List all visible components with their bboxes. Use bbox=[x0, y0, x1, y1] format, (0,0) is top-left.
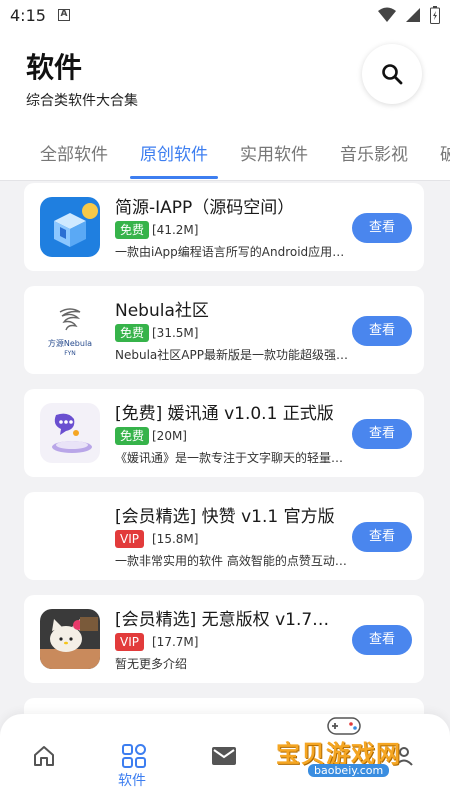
app-size: [15.8M] bbox=[152, 532, 199, 546]
app-name: [会员精选] 快赞 v1.1 官方版 bbox=[115, 507, 335, 527]
active-tab-indicator bbox=[130, 176, 218, 179]
view-button[interactable]: 查看 bbox=[352, 625, 412, 655]
nebula-logo-icon: 方源Nebula FYN bbox=[48, 308, 92, 357]
tab-music-video[interactable]: 音乐影视 bbox=[340, 140, 408, 165]
software-grid-icon bbox=[122, 744, 146, 768]
app-description: 一款非常实用的软件 高效智能的点赞互动神器 bbox=[115, 554, 355, 568]
page-subtitle: 综合类软件大合集 bbox=[26, 93, 138, 109]
nav-messages[interactable] bbox=[204, 736, 244, 776]
app-description: 一款由iApp编程语言所写的Android应用程序 bbox=[115, 245, 355, 259]
vip-badge: VIP bbox=[115, 633, 144, 651]
app-icon bbox=[40, 197, 100, 257]
watermark-url: baobeiy.com bbox=[308, 764, 390, 777]
app-description: Nebula社区APP最新版是一款功能超级强大的 bbox=[115, 348, 355, 362]
view-button[interactable]: 查看 bbox=[352, 213, 412, 243]
app-size: [41.2M] bbox=[152, 223, 199, 237]
notification-icon: A bbox=[58, 9, 70, 21]
app-card[interactable]: [会员精选] 快赞 v1.1 官方版 VIP [15.8M] 一款非常实用的软件… bbox=[24, 492, 424, 580]
search-button[interactable] bbox=[362, 44, 422, 104]
jianyuan-app-icon bbox=[40, 197, 100, 257]
wifi-icon bbox=[378, 7, 396, 22]
mail-icon bbox=[212, 747, 236, 765]
nebula-logo-text: 方源Nebula bbox=[48, 338, 92, 348]
status-bar: 4:15 A bbox=[0, 0, 450, 32]
battery-icon bbox=[430, 6, 440, 24]
nav-home[interactable] bbox=[24, 736, 64, 776]
app-card[interactable]: [会员精选] 无意版权 v1.7… VIP [17.7M] 暂无更多介绍 查看 bbox=[24, 595, 424, 683]
view-button[interactable]: 查看 bbox=[352, 522, 412, 552]
app-list[interactable]: 简源-IAPP（源码空间） 免费 [41.2M] 一款由iApp编程语言所写的A… bbox=[0, 181, 450, 721]
app-description: 《媛讯通》是一款专注于文字聊天的轻量级应用 bbox=[115, 451, 355, 465]
tab-utility-software[interactable]: 实用软件 bbox=[240, 140, 308, 165]
header: 软件 综合类软件大合集 全部软件 原创软件 实用软件 音乐影视 破 bbox=[0, 32, 450, 180]
hello-kitty-app-icon bbox=[40, 609, 100, 669]
app-name: 简源-IAPP（源码空间） bbox=[115, 198, 295, 218]
tab-all-software[interactable]: 全部软件 bbox=[40, 140, 108, 165]
app-icon bbox=[40, 609, 100, 669]
home-icon bbox=[34, 746, 54, 766]
status-time: 4:15 bbox=[10, 6, 46, 25]
status-indicators bbox=[378, 6, 440, 24]
app-card[interactable]: 方源Nebula FYN Nebula社区 免费 [31.5M] Nebula社… bbox=[24, 286, 424, 374]
app-description: 暂无更多介绍 bbox=[115, 657, 188, 671]
view-button[interactable]: 查看 bbox=[352, 419, 412, 449]
category-tabs: 全部软件 原创软件 实用软件 音乐影视 破 bbox=[0, 132, 450, 180]
nav-software-label: 软件 bbox=[118, 773, 146, 789]
price-badge: 免费 bbox=[115, 221, 150, 239]
app-card[interactable]: 简源-IAPP（源码空间） 免费 [41.2M] 一款由iApp编程语言所写的A… bbox=[24, 183, 424, 271]
search-icon bbox=[382, 64, 403, 85]
watermark: 宝贝游戏网 baobeiy.com bbox=[276, 712, 426, 782]
app-icon-placeholder bbox=[40, 506, 100, 566]
app-name: [免费] 媛讯通 v1.0.1 正式版 bbox=[115, 404, 334, 424]
vip-badge: VIP bbox=[115, 530, 144, 548]
app-size: [17.7M] bbox=[152, 635, 199, 649]
price-badge: 免费 bbox=[115, 324, 150, 342]
tab-cracked[interactable]: 破 bbox=[440, 140, 450, 165]
app-size: [31.5M] bbox=[152, 326, 199, 340]
app-size: [20M] bbox=[152, 429, 187, 443]
cellular-icon bbox=[406, 8, 420, 22]
price-badge: 免费 bbox=[115, 427, 150, 445]
app-name: Nebula社区 bbox=[115, 301, 209, 321]
tab-original-software[interactable]: 原创软件 bbox=[140, 140, 208, 165]
nebula-logo-subtext: FYN bbox=[64, 350, 76, 357]
yuanxuntong-app-icon bbox=[40, 403, 100, 463]
view-button[interactable]: 查看 bbox=[352, 316, 412, 346]
gamepad-icon bbox=[327, 717, 361, 735]
app-icon: 方源Nebula FYN bbox=[40, 300, 100, 360]
app-card[interactable]: [免费] 媛讯通 v1.0.1 正式版 免费 [20M] 《媛讯通》是一款专注于… bbox=[24, 389, 424, 477]
app-icon bbox=[40, 403, 100, 463]
app-name: [会员精选] 无意版权 v1.7… bbox=[115, 610, 330, 630]
page-title: 软件 bbox=[26, 51, 83, 84]
